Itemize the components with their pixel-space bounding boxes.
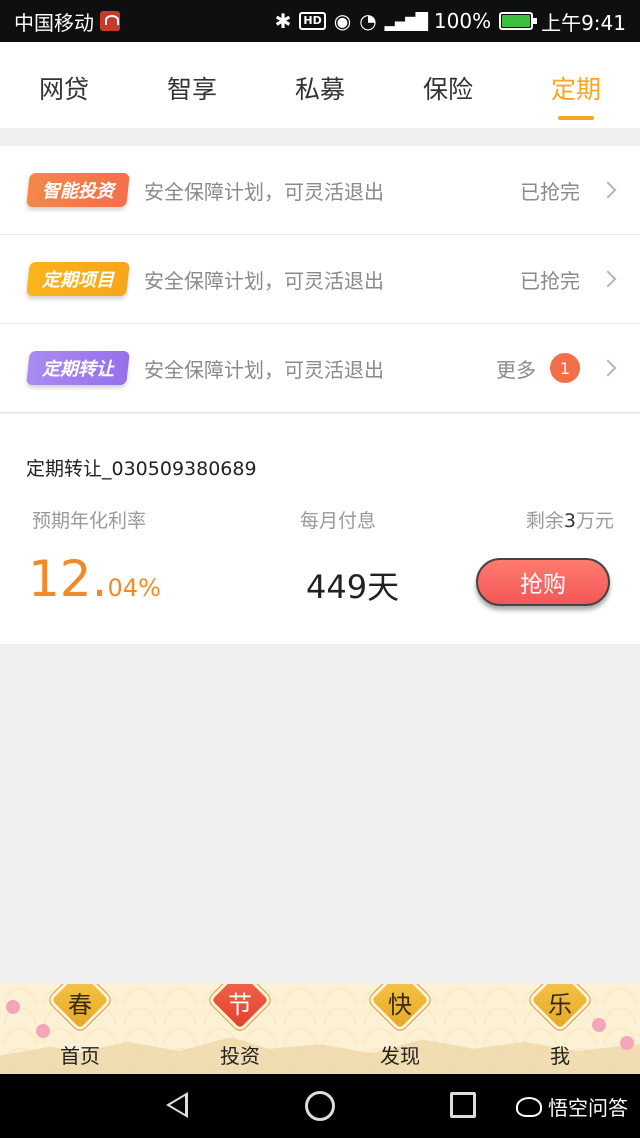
rate-label: 预期年化利率 [32, 510, 147, 532]
blossom-decoration [620, 1036, 634, 1050]
nav-discover[interactable]: 快 发现 [355, 984, 445, 1074]
clock: 上午9:41 [541, 10, 626, 35]
nav-label: 我 [550, 1044, 570, 1068]
battery-icon [499, 12, 538, 30]
count-badge: 1 [550, 353, 580, 383]
category-tag: 智能投资 [26, 173, 130, 207]
tab-wangdai[interactable]: 网贷 [0, 42, 128, 128]
back-icon[interactable] [166, 1092, 188, 1118]
tab-label: 定期 [550, 75, 601, 104]
buy-button[interactable]: 抢购 [476, 558, 610, 606]
list-item[interactable]: 智能投资 安全保障计划，可灵活退出 已抢完 [0, 146, 640, 235]
tab-label: 网贷 [38, 75, 89, 104]
watermark-label: 悟空问答 [548, 1096, 628, 1120]
tab-label: 私募 [294, 75, 345, 104]
category-status: 已抢完 [520, 179, 580, 204]
bottom-nav: 春 首页 节 投资 快 发现 乐 我 [0, 984, 640, 1074]
nav-glyph: 节 [228, 991, 252, 1019]
nav-home[interactable]: 春 首页 [35, 984, 125, 1074]
wifi-icon: ◔ [359, 9, 377, 33]
watermark: 悟空问答 [516, 1092, 628, 1121]
category-desc: 安全保障计划，可灵活退出 [144, 357, 384, 382]
battery-percent: 100% [433, 9, 492, 33]
blossom-decoration [6, 1000, 20, 1014]
bluetooth-icon: ✱ [274, 9, 292, 33]
remaining-suffix: 万元 [575, 510, 614, 532]
annual-rate: 12.04% [28, 550, 161, 608]
tag-label: 定期项目 [42, 270, 114, 291]
tab-label: 保险 [422, 75, 473, 104]
product-card[interactable]: 定期转让_030509380689 预期年化利率 每月付息 剩余3万元 12.0… [0, 414, 640, 644]
category-tag: 定期转让 [26, 351, 130, 385]
chevron-right-icon [599, 359, 617, 377]
remaining-amount: 剩余3万元 [526, 506, 614, 533]
nav-label: 发现 [380, 1044, 420, 1068]
carrier-app-icon [100, 11, 120, 31]
nav-label: 投资 [220, 1044, 260, 1068]
nav-invest[interactable]: 节 投资 [195, 984, 285, 1074]
tab-baoxian[interactable]: 保险 [384, 42, 512, 128]
category-tabs: 网贷 智享 私募 保险 定期 [0, 42, 640, 128]
nav-label: 首页 [60, 1044, 100, 1068]
eye-icon: ◉ [333, 9, 352, 33]
tab-dingqi[interactable]: 定期 [512, 42, 640, 128]
list-item[interactable]: 定期转让 安全保障计划，可灵活退出 更多 1 [0, 324, 640, 413]
tab-label: 智享 [166, 75, 217, 104]
category-status: 已抢完 [520, 268, 580, 293]
nav-glyph: 春 [68, 991, 92, 1019]
nav-glyph: 乐 [548, 991, 572, 1019]
list-item[interactable]: 定期项目 安全保障计划，可灵活退出 已抢完 [0, 235, 640, 324]
more-link: 更多 [496, 357, 536, 382]
tag-label: 定期转让 [42, 359, 114, 380]
payment-label: 每月付息 [300, 510, 377, 532]
home-icon[interactable] [305, 1091, 335, 1121]
remaining-value: 3 [563, 510, 576, 532]
system-nav-bar: 悟空问答 [0, 1074, 640, 1138]
active-tab-indicator [558, 116, 594, 120]
wukong-logo-icon [516, 1096, 542, 1117]
rate-integer: 12. [28, 550, 108, 608]
tab-simu[interactable]: 私募 [256, 42, 384, 128]
nav-glyph: 快 [388, 991, 412, 1019]
remaining-prefix: 剩余 [525, 510, 564, 532]
chevron-right-icon [599, 270, 617, 288]
signal-icon: ▂▄▆█ [384, 11, 428, 31]
recent-apps-icon[interactable] [450, 1092, 476, 1118]
category-desc: 安全保障计划，可灵活退出 [144, 179, 384, 204]
hd-icon: HD [299, 12, 326, 30]
status-bar: 中国移动 ✱ HD ◉ ◔ ▂▄▆█ 100% 上午9:41 [0, 0, 640, 42]
nav-me[interactable]: 乐 我 [515, 984, 605, 1074]
chevron-right-icon [599, 181, 617, 199]
tag-label: 智能投资 [42, 181, 114, 202]
product-name: 定期转让_030509380689 [26, 458, 257, 480]
carrier: 中国移动 [14, 7, 120, 36]
category-desc: 安全保障计划，可灵活退出 [144, 268, 384, 293]
carrier-label: 中国移动 [14, 10, 94, 35]
status-right: ✱ HD ◉ ◔ ▂▄▆█ 100% 上午9:41 [275, 7, 626, 36]
rate-decimal: 04% [107, 574, 161, 602]
tab-zhixiang[interactable]: 智享 [128, 42, 256, 128]
term-days: 449天 [306, 568, 400, 606]
category-tag: 定期项目 [26, 262, 130, 296]
product-category-list: 智能投资 安全保障计划，可灵活退出 已抢完 定期项目 安全保障计划，可灵活退出 … [0, 146, 640, 413]
